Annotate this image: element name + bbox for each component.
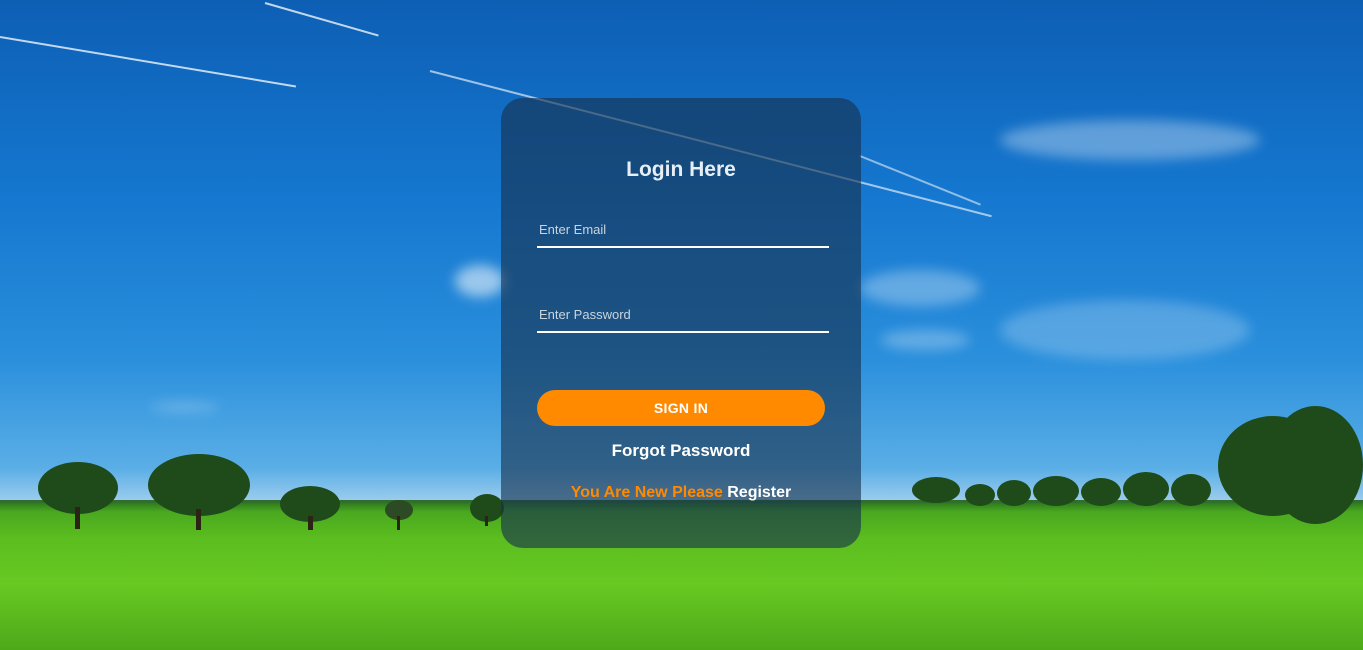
contrail xyxy=(0,36,297,88)
cloud xyxy=(860,270,980,306)
password-field-container xyxy=(537,297,829,333)
password-field[interactable] xyxy=(539,303,824,325)
tree xyxy=(38,462,118,530)
cloud xyxy=(150,402,220,412)
sign-in-button[interactable]: SIGN IN xyxy=(537,390,825,426)
cloud xyxy=(455,265,505,297)
email-field[interactable] xyxy=(539,218,824,240)
login-card: Login Here SIGN IN Forgot Password You A… xyxy=(501,98,861,548)
register-line: You Are New Please Register xyxy=(501,484,861,502)
register-prompt: You Are New Please xyxy=(570,484,723,501)
cloud xyxy=(880,330,970,350)
tree xyxy=(912,477,960,507)
login-title: Login Here xyxy=(626,158,736,181)
tree xyxy=(280,486,340,530)
tree xyxy=(1218,406,1363,524)
cloud xyxy=(1000,120,1260,160)
forgot-password-link[interactable]: Forgot Password xyxy=(501,441,861,461)
tree xyxy=(385,500,413,530)
tree xyxy=(470,494,504,526)
background-landscape: Login Here SIGN IN Forgot Password You A… xyxy=(0,0,1363,650)
cloud xyxy=(1000,300,1250,360)
tree-line xyxy=(965,472,1235,508)
tree xyxy=(148,454,250,530)
register-link[interactable]: Register xyxy=(727,484,791,501)
contrail xyxy=(264,2,379,37)
email-field-container xyxy=(537,212,829,248)
